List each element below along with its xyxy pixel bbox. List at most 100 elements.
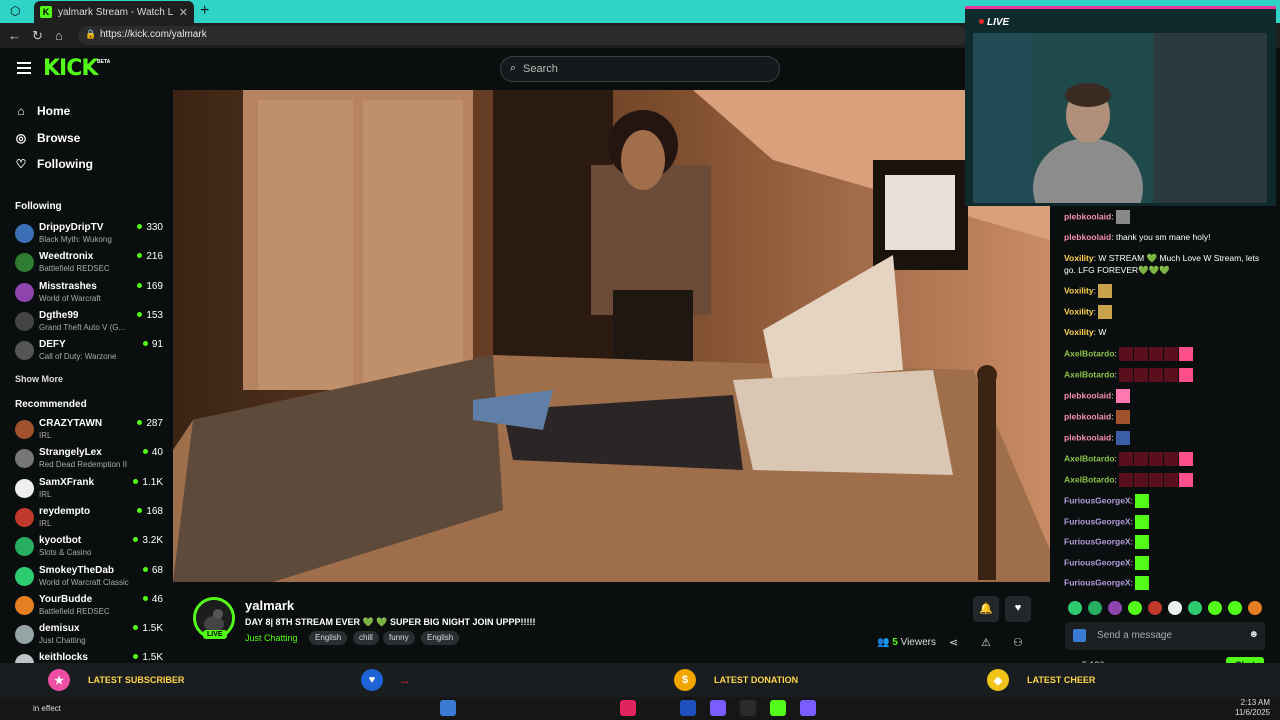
chat-username[interactable]: plebkoolaid — [1064, 390, 1111, 400]
chat-username[interactable]: plebkoolaid — [1064, 432, 1111, 442]
app-icon[interactable] — [800, 700, 816, 716]
avatar — [15, 595, 34, 615]
sidebar-channel-item[interactable]: StrangelyLex Red Dead Redemption II 40 — [15, 447, 163, 475]
notifications-bell-icon[interactable]: 🔔 — [973, 596, 999, 622]
show-more-button[interactable]: Show More — [15, 374, 63, 384]
start-icon[interactable] — [440, 700, 456, 716]
beta-label: BETA — [97, 59, 111, 65]
chat-emote-icon — [1134, 473, 1149, 487]
emote-icon[interactable] — [1068, 601, 1082, 615]
alert-label: LATEST DONATION — [714, 675, 799, 685]
new-tab-icon[interactable]: + — [200, 2, 209, 20]
chat-username[interactable]: Voxility — [1064, 306, 1094, 316]
emote-icon[interactable] — [1128, 601, 1142, 615]
sidebar-channel-item[interactable]: CRAZYTAWN IRL 287 — [15, 418, 163, 446]
channel-name: YourBudde — [39, 593, 93, 605]
music-app-icon[interactable] — [620, 700, 636, 716]
video-player[interactable] — [173, 90, 1050, 582]
menu-icon[interactable] — [17, 62, 31, 77]
chat-username[interactable]: plebkoolaid — [1064, 211, 1111, 221]
stream-tag[interactable]: chill — [353, 631, 379, 645]
emote-icon[interactable] — [1248, 601, 1262, 615]
follow-heart-icon[interactable]: ♥ — [1005, 596, 1031, 622]
sidebar-channel-item[interactable]: Misstrashes World of Warcraft 169 — [15, 281, 163, 309]
nav-browse[interactable]: ◎ Browse — [15, 131, 81, 145]
channel-name: Weedtronix — [39, 251, 94, 263]
home-icon[interactable]: ⌂ — [55, 28, 63, 43]
chat-username[interactable]: FuriousGeorgeX — [1064, 536, 1131, 546]
chat-message-input[interactable]: Send a message ☻ — [1065, 622, 1265, 650]
nav-following[interactable]: ♡ Following — [15, 157, 93, 171]
emoji-picker-icon[interactable]: ☻ — [1248, 629, 1259, 640]
chat-username[interactable]: AxelBotardo — [1064, 369, 1115, 379]
avatar — [15, 341, 34, 361]
kick-logo[interactable]: KICK — [43, 56, 98, 81]
browser-tab[interactable]: K yalmark Stream - Watch Live on K ✕ — [34, 1, 194, 23]
chat-username[interactable]: Voxility — [1064, 327, 1094, 337]
sidebar-channel-item[interactable]: SmokeyTheDab World of Warcraft Classic 68 — [15, 565, 163, 593]
emote-icon[interactable] — [1228, 601, 1242, 615]
stream-tag[interactable]: English — [421, 631, 460, 645]
system-clock[interactable]: 2:13 AM 11/6/2025 — [1235, 698, 1270, 718]
stream-tag[interactable]: funny — [383, 631, 415, 645]
channel-name: keithlocks — [39, 652, 88, 664]
sidebar-channel-item[interactable]: DEFY Call of Duty: Warzone 91 — [15, 339, 163, 367]
stream-category[interactable]: Just Chatting — [245, 633, 298, 643]
search-icon: ⌕ — [510, 62, 517, 74]
chat-username[interactable]: AxelBotardo — [1064, 348, 1115, 358]
chat-username[interactable]: Voxility — [1064, 253, 1094, 263]
chat-username[interactable]: FuriousGeorgeX — [1064, 516, 1131, 526]
emote-icon[interactable] — [1188, 601, 1202, 615]
app-icon[interactable] — [740, 700, 756, 716]
close-tab-icon[interactable]: ✕ — [179, 6, 188, 19]
nav-home[interactable]: ⌂ Home — [15, 104, 70, 118]
kick-app-icon[interactable] — [770, 700, 786, 716]
sidebar-channel-item[interactable]: YourBudde Battlefield REDSEC 46 — [15, 594, 163, 622]
emote-icon[interactable] — [1148, 601, 1162, 615]
emote-icon[interactable] — [1208, 601, 1222, 615]
sidebar-channel-item[interactable]: reydempto IRL 168 — [15, 506, 163, 534]
sidebar-channel-item[interactable]: kyootbot Slots & Casino 3.2K — [15, 535, 163, 563]
chat-username[interactable]: plebkoolaid — [1064, 411, 1111, 421]
chat-message: FuriousGeorgeX: — [1064, 494, 1269, 508]
star-icon: ★ — [48, 669, 70, 691]
app-icon[interactable] — [680, 700, 696, 716]
back-icon[interactable]: ← — [8, 28, 21, 43]
channel-viewers: 169 — [137, 281, 163, 292]
chat-username[interactable]: FuriousGeorgeX — [1064, 495, 1131, 505]
chat-username[interactable]: plebkoolaid — [1064, 232, 1111, 242]
report-icon[interactable]: ⚠ — [981, 636, 991, 649]
heart-icon: ♥ — [361, 669, 383, 691]
chat-username[interactable]: AxelBotardo — [1064, 474, 1115, 484]
url-field[interactable]: 🔒 https://kick.com/yalmark — [78, 26, 968, 45]
sidebar-channel-item[interactable]: demisux Just Chatting 1.5K — [15, 623, 163, 651]
add-user-icon[interactable]: ⚇ — [1013, 636, 1023, 649]
chat-username[interactable]: FuriousGeorgeX — [1064, 577, 1131, 587]
emote-icon[interactable] — [1168, 601, 1182, 615]
sidebar-channel-item[interactable]: Weedtronix Battlefield REDSEC 216 — [15, 251, 163, 279]
chat-username[interactable]: Voxility — [1064, 285, 1094, 295]
channel-game: Battlefield REDSEC — [39, 606, 110, 616]
search-input[interactable]: ⌕ Search — [500, 56, 780, 82]
emote-icon[interactable] — [1088, 601, 1102, 615]
channel-game: Black Myth: Wukong — [39, 235, 112, 244]
chat-emote-icon — [1164, 368, 1179, 382]
sidebar-channel-item[interactable]: Dgthe99 Grand Theft Auto V (G... 153 — [15, 310, 163, 338]
app-icon[interactable] — [710, 700, 726, 716]
refresh-icon[interactable]: ↻ — [32, 28, 43, 44]
stream-tag[interactable]: English — [309, 631, 348, 645]
emote-icon[interactable] — [1108, 601, 1122, 615]
chat-emote-icon — [1149, 347, 1164, 361]
sidebar-channel-item[interactable]: DrippyDripTV Black Myth: Wukong 330 — [15, 222, 163, 250]
channel-name[interactable]: yalmark — [245, 598, 294, 613]
workspace-icon[interactable]: ⬡ — [10, 4, 20, 18]
chat-message: FuriousGeorgeX: — [1064, 535, 1269, 549]
chat-username[interactable]: FuriousGeorgeX — [1064, 557, 1131, 567]
chat-emote-icon — [1179, 347, 1194, 361]
sidebar-channel-item[interactable]: SamXFrank IRL 1.1K — [15, 477, 163, 505]
viewers-label: Viewers — [900, 637, 936, 648]
share-icon[interactable]: ⋖ — [949, 636, 958, 649]
chat-emote-icon — [1115, 410, 1130, 424]
chat-message: AxelBotardo: — [1064, 473, 1269, 487]
chat-username[interactable]: AxelBotardo — [1064, 453, 1115, 463]
